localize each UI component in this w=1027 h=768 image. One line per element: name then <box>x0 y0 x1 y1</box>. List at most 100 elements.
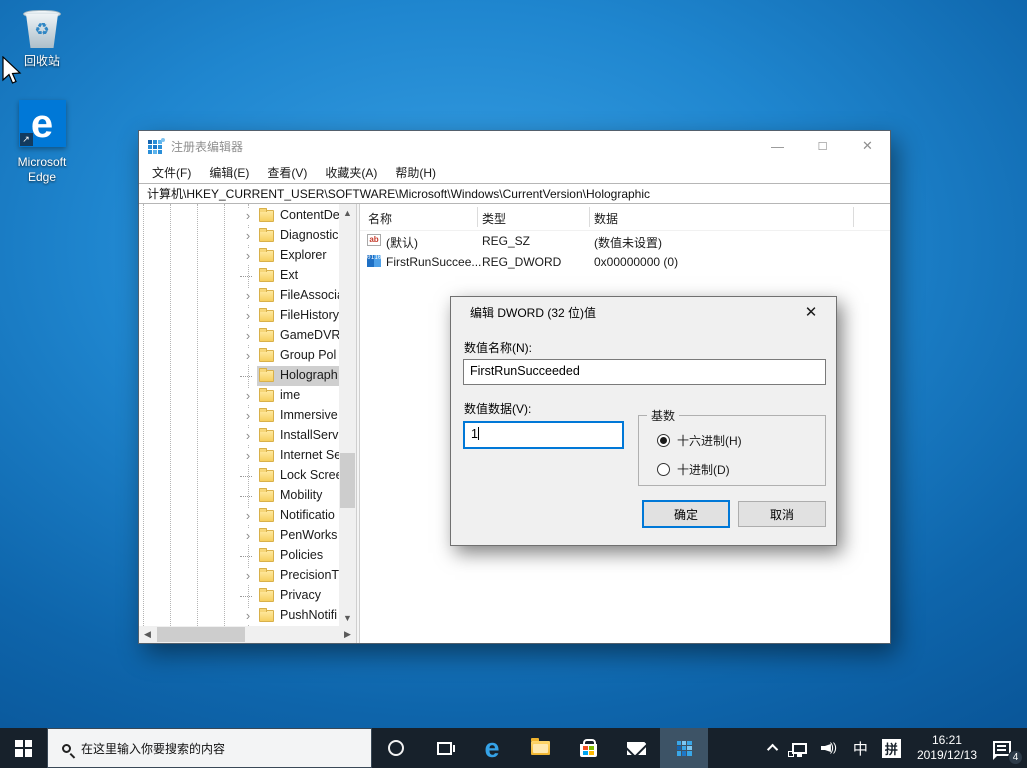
expand-chevron-icon[interactable]: › <box>242 388 254 404</box>
task-view-button[interactable] <box>420 728 468 768</box>
scroll-up-icon[interactable]: ▲ <box>339 204 356 221</box>
tree-item-ime[interactable]: › ime <box>139 386 339 406</box>
tree-item-fileassocia[interactable]: › FileAssocia <box>139 286 344 306</box>
tree-item-notificatio[interactable]: › Notificatio <box>139 506 339 526</box>
tree-horizontal-scrollbar[interactable]: ◀ ▶ <box>139 626 356 643</box>
tree-item-ext[interactable]: Ext <box>139 266 339 286</box>
value-data-input[interactable]: 1 <box>463 421 624 449</box>
value-row[interactable]: 0110 FirstRunSuccee... REG_DWORD 0x00000000… <box>360 252 890 273</box>
taskbar-clock[interactable]: 16:21 2019/12/13 <box>908 733 986 763</box>
ok-button[interactable]: 确定 <box>642 500 730 528</box>
regedit-titlebar[interactable]: 注册表编辑器 — ☐ ✕ <box>139 131 890 161</box>
tree-item-filehistory[interactable]: › FileHistory <box>139 306 339 326</box>
chevron-up-icon <box>766 743 779 756</box>
expand-chevron-icon[interactable]: › <box>242 248 254 264</box>
scroll-right-icon[interactable]: ▶ <box>339 626 356 643</box>
dword-value-icon: 0110 <box>367 255 381 267</box>
action-center-button[interactable]: 4 <box>986 728 1027 768</box>
close-button[interactable]: ✕ <box>845 131 890 161</box>
cancel-button[interactable]: 取消 <box>738 501 826 527</box>
column-data[interactable]: 数据 <box>594 210 618 227</box>
taskbar-search-box[interactable]: 在这里输入你要搜索的内容 <box>47 728 372 768</box>
expand-chevron-icon[interactable]: › <box>242 608 254 624</box>
menu-edit[interactable]: 编辑(E) <box>200 162 258 183</box>
edge-label-2: Edge <box>27 170 57 184</box>
expand-chevron-icon[interactable]: › <box>242 508 254 524</box>
scroll-left-icon[interactable]: ◀ <box>139 626 156 643</box>
expand-chevron-icon[interactable]: › <box>242 528 254 544</box>
edge-desktop-icon[interactable]: e ↗ Microsoft Edge <box>0 100 84 185</box>
start-button[interactable] <box>0 728 47 768</box>
mail-button[interactable] <box>612 728 660 768</box>
expand-chevron-icon[interactable]: › <box>242 408 254 424</box>
vscroll-thumb[interactable] <box>340 453 355 508</box>
tree-vertical-scrollbar[interactable]: ▲ ▼ <box>339 204 356 626</box>
expand-chevron-icon[interactable]: › <box>242 208 254 224</box>
tree-item-internet-se[interactable]: › Internet Se <box>139 446 341 466</box>
regedit-taskbar-button[interactable] <box>660 728 708 768</box>
base-group-label: 基数 <box>647 407 680 424</box>
minimize-button[interactable]: — <box>755 131 800 161</box>
expand-chevron-icon[interactable]: › <box>242 428 254 444</box>
menu-favorites[interactable]: 收藏夹(A) <box>316 162 386 183</box>
tree-item-lock-scree[interactable]: Lock Scree <box>139 466 343 486</box>
dialog-close-icon[interactable]: ✕ <box>796 297 826 327</box>
expand-chevron-icon[interactable]: › <box>242 568 254 584</box>
shortcut-arrow-icon: ↗ <box>19 133 33 146</box>
expand-chevron-icon[interactable]: › <box>242 348 254 364</box>
tree-item-gamedvr[interactable]: › GameDVR <box>139 326 341 346</box>
expand-chevron-icon[interactable]: › <box>242 448 254 464</box>
value-row[interactable]: ab (默认) REG_SZ (数值未设置) <box>360 231 890 252</box>
tree-item-diagnostic[interactable]: › Diagnostic <box>139 226 339 246</box>
hscroll-thumb[interactable] <box>157 627 245 642</box>
tree-connector <box>240 276 252 277</box>
tree-item-mobility[interactable]: Mobility <box>139 486 339 506</box>
ime-mode-button[interactable]: 拼 <box>875 728 908 768</box>
list-header: 名称 类型 数据 <box>360 204 890 231</box>
tray-expand-button[interactable] <box>763 728 785 768</box>
radio-hexadecimal[interactable]: 十六进制(H) <box>657 432 742 449</box>
value-name-input[interactable]: FirstRunSucceeded <box>463 359 826 385</box>
tree-item-privacy[interactable]: Privacy <box>139 586 339 606</box>
menu-file[interactable]: 文件(F) <box>143 162 200 183</box>
edit-dword-dialog: 编辑 DWORD (32 位)值 ✕ 数值名称(N): FirstRunSucc… <box>450 296 837 546</box>
volume-tray-button[interactable]: )) <box>814 728 846 768</box>
tree-item-installserv[interactable]: › InstallServ <box>139 426 339 446</box>
tree-item-immersive[interactable]: › Immersive <box>139 406 339 426</box>
menu-help[interactable]: 帮助(H) <box>386 162 445 183</box>
scroll-down-icon[interactable]: ▼ <box>339 609 356 626</box>
maximize-button[interactable]: ☐ <box>800 131 845 161</box>
cortana-button[interactable] <box>372 728 420 768</box>
tree-item-penworks[interactable]: › PenWorks <box>139 526 339 546</box>
registry-tree-pane[interactable]: › ContentDe › Diagnostic › Explorer Ext › FileAs… <box>139 204 356 643</box>
radio-decimal[interactable]: 十进制(D) <box>657 461 730 478</box>
tree-connector <box>240 376 252 377</box>
ime-mode-icon: 拼 <box>881 738 901 758</box>
address-bar[interactable]: 计算机\HKEY_CURRENT_USER\SOFTWARE\Microsoft… <box>139 183 890 204</box>
column-name[interactable]: 名称 <box>368 210 392 227</box>
folder-icon <box>259 268 274 282</box>
folder-icon <box>259 508 274 522</box>
edge-taskbar-button[interactable]: e <box>468 728 516 768</box>
store-button[interactable] <box>564 728 612 768</box>
expand-chevron-icon[interactable]: › <box>242 288 254 304</box>
column-type[interactable]: 类型 <box>482 210 506 227</box>
dialog-titlebar[interactable]: 编辑 DWORD (32 位)值 ✕ <box>451 297 836 327</box>
tree-item-group-pol[interactable]: › Group Pol <box>139 346 339 366</box>
tree-item-precisiont[interactable]: › PrecisionT <box>139 566 339 586</box>
tree-item-contentde[interactable]: › ContentDe <box>139 206 340 226</box>
tree-item-holograph[interactable]: Holograph <box>139 366 339 386</box>
expand-chevron-icon[interactable]: › <box>242 328 254 344</box>
tree-item-label: Diagnostic <box>280 228 339 242</box>
folder-icon <box>259 528 274 542</box>
tree-item-explorer[interactable]: › Explorer <box>139 246 339 266</box>
tree-item-label: GameDVR <box>280 328 341 342</box>
file-explorer-button[interactable] <box>516 728 564 768</box>
tree-item-pushnotifi[interactable]: › PushNotifi <box>139 606 339 626</box>
ime-language-button[interactable]: 中 <box>846 728 875 768</box>
expand-chevron-icon[interactable]: › <box>242 228 254 244</box>
tree-item-policies[interactable]: Policies <box>139 546 339 566</box>
menu-view[interactable]: 查看(V) <box>258 162 316 183</box>
expand-chevron-icon[interactable]: › <box>242 308 254 324</box>
network-tray-button[interactable] <box>785 728 814 768</box>
